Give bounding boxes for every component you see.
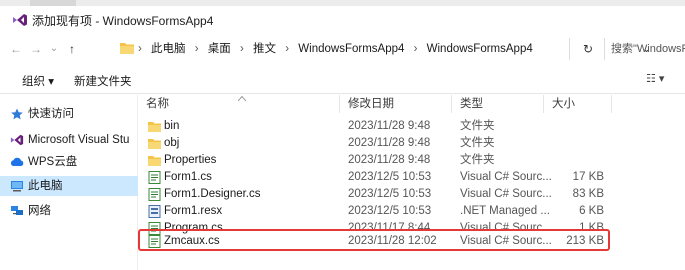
file-date: 2023/12/5 10:53	[348, 171, 432, 183]
file-size: 6 KB	[579, 205, 604, 217]
navigation-bar: ← → ⌄ ↑ › 此电脑 › 桌面 › 推文 › WindowsFormsAp…	[0, 38, 685, 60]
file-size: 17 KB	[572, 171, 604, 183]
command-bar: 组织 ▾ 新建文件夹 ☷ ▾	[0, 66, 685, 94]
file-date: 2023/11/28 9:48	[348, 154, 431, 166]
forward-button[interactable]: →	[28, 38, 44, 60]
folder-icon	[148, 156, 161, 166]
file-name: Form1.resx	[164, 205, 223, 217]
file-row[interactable]: obj 2023/11/28 9:48 文件夹	[138, 135, 685, 152]
file-name: Form1.cs	[164, 171, 212, 183]
file-size	[538, 152, 604, 169]
sidebar-item-label: Microsoft Visual Stu	[28, 134, 130, 146]
computer-icon	[11, 181, 23, 192]
folder-icon	[148, 122, 161, 132]
new-folder-button[interactable]: 新建文件夹	[74, 73, 132, 89]
column-headers: 名称 修改日期 类型 大小	[138, 95, 685, 113]
sidebar-item-label: 快速访问	[28, 108, 74, 120]
star-icon	[11, 108, 23, 120]
folder-icon	[148, 139, 161, 149]
window-title: 添加现有项 - WindowsFormsApp4	[32, 14, 214, 28]
file-date: 2023/11/28 9:48	[348, 120, 431, 132]
file-size	[538, 135, 604, 152]
file-type: 文件夹	[460, 137, 495, 149]
address-bar[interactable]: › 此电脑 › 桌面 › 推文 › WindowsFormsApp4 › Win…	[118, 38, 651, 60]
sidebar-item-visual-studio[interactable]: Microsoft Visual Stu	[0, 130, 138, 150]
file-name: bin	[164, 120, 180, 132]
breadcrumb-separator: ›	[194, 43, 199, 55]
file-name: Form1.Designer.cs	[164, 188, 261, 200]
file-date: 2023/12/5 10:53	[348, 188, 432, 200]
navigation-pane: 快速访问 Microsoft Visual Stu WPS云盘 此电脑 网络	[0, 95, 138, 270]
file-size: 83 KB	[572, 188, 604, 200]
file-date: 2023/12/5 10:53	[348, 205, 432, 217]
csharp-file-icon	[148, 188, 161, 201]
network-icon	[11, 206, 23, 215]
breadcrumb-separator: ›	[285, 43, 290, 55]
visual-studio-icon	[13, 14, 27, 26]
search-input[interactable]: 搜索"WindowsFormsA	[604, 38, 685, 60]
visual-studio-icon	[10, 134, 24, 146]
sidebar-item-quick-access[interactable]: 快速访问	[0, 104, 138, 124]
top-edge	[0, 0, 685, 6]
folder-icon	[120, 43, 134, 54]
back-button[interactable]: ←	[8, 38, 24, 60]
breadcrumb-separator: ›	[138, 43, 142, 55]
breadcrumb-item-tuiwen[interactable]: 推文	[253, 43, 276, 55]
sidebar-item-network[interactable]: 网络	[0, 201, 138, 221]
breadcrumb-separator: ›	[413, 43, 418, 55]
file-row[interactable]: Properties 2023/11/28 9:48 文件夹	[138, 152, 685, 169]
file-name: obj	[164, 137, 180, 149]
sidebar-item-wps-cloud[interactable]: WPS云盘	[0, 152, 138, 172]
cloud-icon	[10, 157, 24, 166]
file-type: .NET Managed ...	[460, 205, 550, 217]
file-type: 文件夹	[460, 120, 495, 132]
sidebar-item-label: 网络	[28, 205, 51, 217]
sidebar-item-label: 此电脑	[28, 180, 63, 192]
breadcrumb-item-solution[interactable]: WindowsFormsApp4	[298, 43, 404, 55]
sidebar-item-this-pc[interactable]: 此电脑	[0, 176, 138, 196]
highlight-annotation-box	[138, 229, 610, 251]
column-header-size[interactable]: 大小	[544, 95, 612, 113]
breadcrumb-separator: ›	[240, 43, 244, 55]
column-header-date[interactable]: 修改日期	[340, 95, 452, 113]
sidebar-item-label: WPS云盘	[28, 156, 78, 168]
breadcrumb-item-project[interactable]: WindowsFormsApp4	[427, 43, 533, 55]
resx-file-icon	[148, 205, 161, 218]
file-row[interactable]: bin 2023/11/28 9:48 文件夹	[138, 118, 685, 135]
column-header-type[interactable]: 类型	[452, 95, 544, 113]
file-name: Properties	[164, 154, 217, 166]
view-options-button[interactable]: ☷ ▾	[646, 72, 664, 85]
organize-button[interactable]: 组织 ▾	[22, 73, 54, 89]
breadcrumb-item-desktop[interactable]: 桌面	[208, 43, 231, 55]
up-button[interactable]: ↑	[64, 38, 80, 60]
file-type: 文件夹	[460, 154, 495, 166]
file-size	[538, 118, 604, 135]
file-row[interactable]: Form1.cs 2023/12/5 10:53 Visual C# Sourc…	[138, 169, 685, 186]
breadcrumb-item-this-pc[interactable]: 此电脑	[151, 43, 186, 55]
title-bar: 添加现有项 - WindowsFormsApp4	[0, 0, 685, 38]
recent-locations-button[interactable]: ⌄	[46, 38, 62, 60]
refresh-button[interactable]: ↻	[578, 38, 598, 60]
sort-ascending-icon	[238, 96, 246, 101]
csharp-file-icon	[148, 171, 161, 184]
file-date: 2023/11/28 9:48	[348, 137, 431, 149]
file-row[interactable]: Form1.Designer.cs 2023/12/5 10:53 Visual…	[138, 186, 685, 203]
file-row[interactable]: Form1.resx 2023/12/5 10:53 .NET Managed …	[138, 203, 685, 220]
breadcrumb: › 此电脑 › 桌面 › 推文 › WindowsFormsApp4 › Win…	[138, 38, 539, 60]
